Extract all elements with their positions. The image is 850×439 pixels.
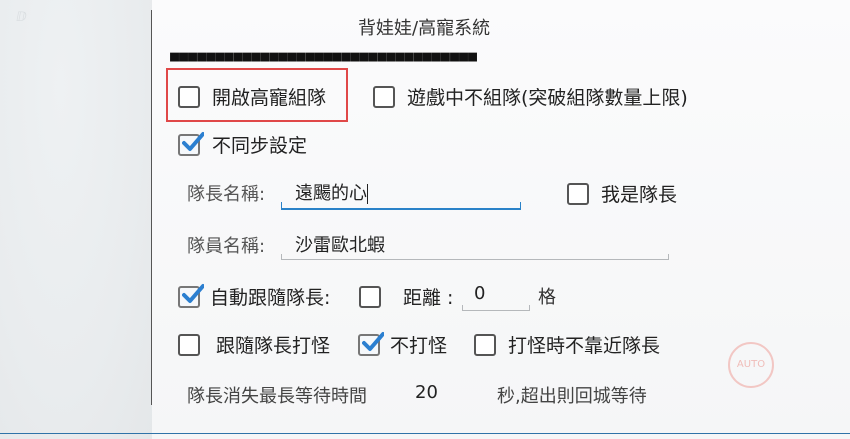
open-pet-team-checkbox[interactable] bbox=[178, 85, 200, 108]
open-pet-team-option[interactable]: 開啟高寵組隊 bbox=[178, 83, 326, 110]
no-team-in-game-option[interactable]: 遊戲中不組隊(突破組隊數量上限) bbox=[373, 83, 688, 110]
progress-blocks: ■■■■■■■■■■■■■■■■■■■■■■■■■■■■■■■■■■ bbox=[170, 47, 478, 65]
distance-label: 距離 : bbox=[403, 287, 454, 309]
member-name-label: 隊員名稱: bbox=[187, 236, 266, 257]
distance-input[interactable]: 0 bbox=[474, 283, 485, 304]
no-fight-label: 不打怪 bbox=[390, 335, 448, 357]
open-pet-team-label: 開啟高寵組隊 bbox=[212, 87, 327, 109]
wait-value[interactable]: 20 bbox=[415, 382, 438, 403]
panel-title: 背娃娃/高寵系統 bbox=[358, 18, 491, 39]
panel-divider bbox=[151, 10, 152, 405]
background-decor: ⅅ bbox=[16, 10, 52, 25]
distance-checkbox[interactable] bbox=[359, 285, 381, 308]
auto-follow-label: 自動跟隨隊長: bbox=[210, 287, 331, 309]
no-fight-checkbox[interactable] bbox=[358, 331, 384, 356]
auto-follow-option[interactable]: 自動跟隨隊長: bbox=[178, 283, 330, 310]
no-team-in-game-checkbox[interactable] bbox=[373, 85, 395, 108]
auto-follow-checkbox[interactable] bbox=[178, 283, 204, 308]
no-fight-option[interactable]: 不打怪 bbox=[358, 331, 447, 358]
no-sync-settings-option[interactable]: 不同步設定 bbox=[178, 131, 307, 158]
checkmark-icon bbox=[182, 283, 204, 303]
leader-name-value: 遠颺的心 bbox=[295, 183, 367, 204]
no-approach-label: 打怪時不靠近隊長 bbox=[508, 335, 661, 357]
checkmark-icon bbox=[182, 131, 204, 151]
leader-name-underline bbox=[281, 202, 521, 210]
follow-and-fight-checkbox[interactable] bbox=[178, 333, 200, 356]
member-name-underline bbox=[281, 254, 669, 260]
checkmark-icon bbox=[362, 331, 384, 351]
text-caret bbox=[367, 184, 368, 204]
i-am-leader-label: 我是隊長 bbox=[601, 184, 678, 206]
wait-suffix: 秒,超出則回城等待 bbox=[497, 386, 647, 407]
distance-option[interactable]: 距離 : bbox=[359, 283, 453, 310]
no-approach-option[interactable]: 打怪時不靠近隊長 bbox=[474, 331, 660, 358]
no-sync-settings-label: 不同步設定 bbox=[212, 135, 308, 157]
distance-underline bbox=[462, 305, 530, 311]
leader-name-label: 隊長名稱: bbox=[187, 184, 266, 205]
bottom-border bbox=[0, 433, 850, 434]
no-approach-checkbox[interactable] bbox=[474, 333, 496, 356]
auto-badge: AUTO bbox=[728, 342, 774, 388]
follow-and-fight-label: 跟隨隊長打怪 bbox=[216, 335, 331, 357]
no-team-in-game-label: 遊戲中不組隊(突破組隊數量上限) bbox=[407, 87, 688, 109]
wait-label: 隊長消失最長等待時間 bbox=[187, 386, 367, 407]
i-am-leader-option[interactable]: 我是隊長 bbox=[567, 180, 677, 207]
no-sync-settings-checkbox[interactable] bbox=[178, 131, 204, 156]
i-am-leader-checkbox[interactable] bbox=[567, 182, 589, 205]
left-background bbox=[0, 0, 152, 439]
distance-unit: 格 bbox=[538, 287, 556, 308]
follow-and-fight-option[interactable]: 跟隨隊長打怪 bbox=[178, 331, 330, 358]
